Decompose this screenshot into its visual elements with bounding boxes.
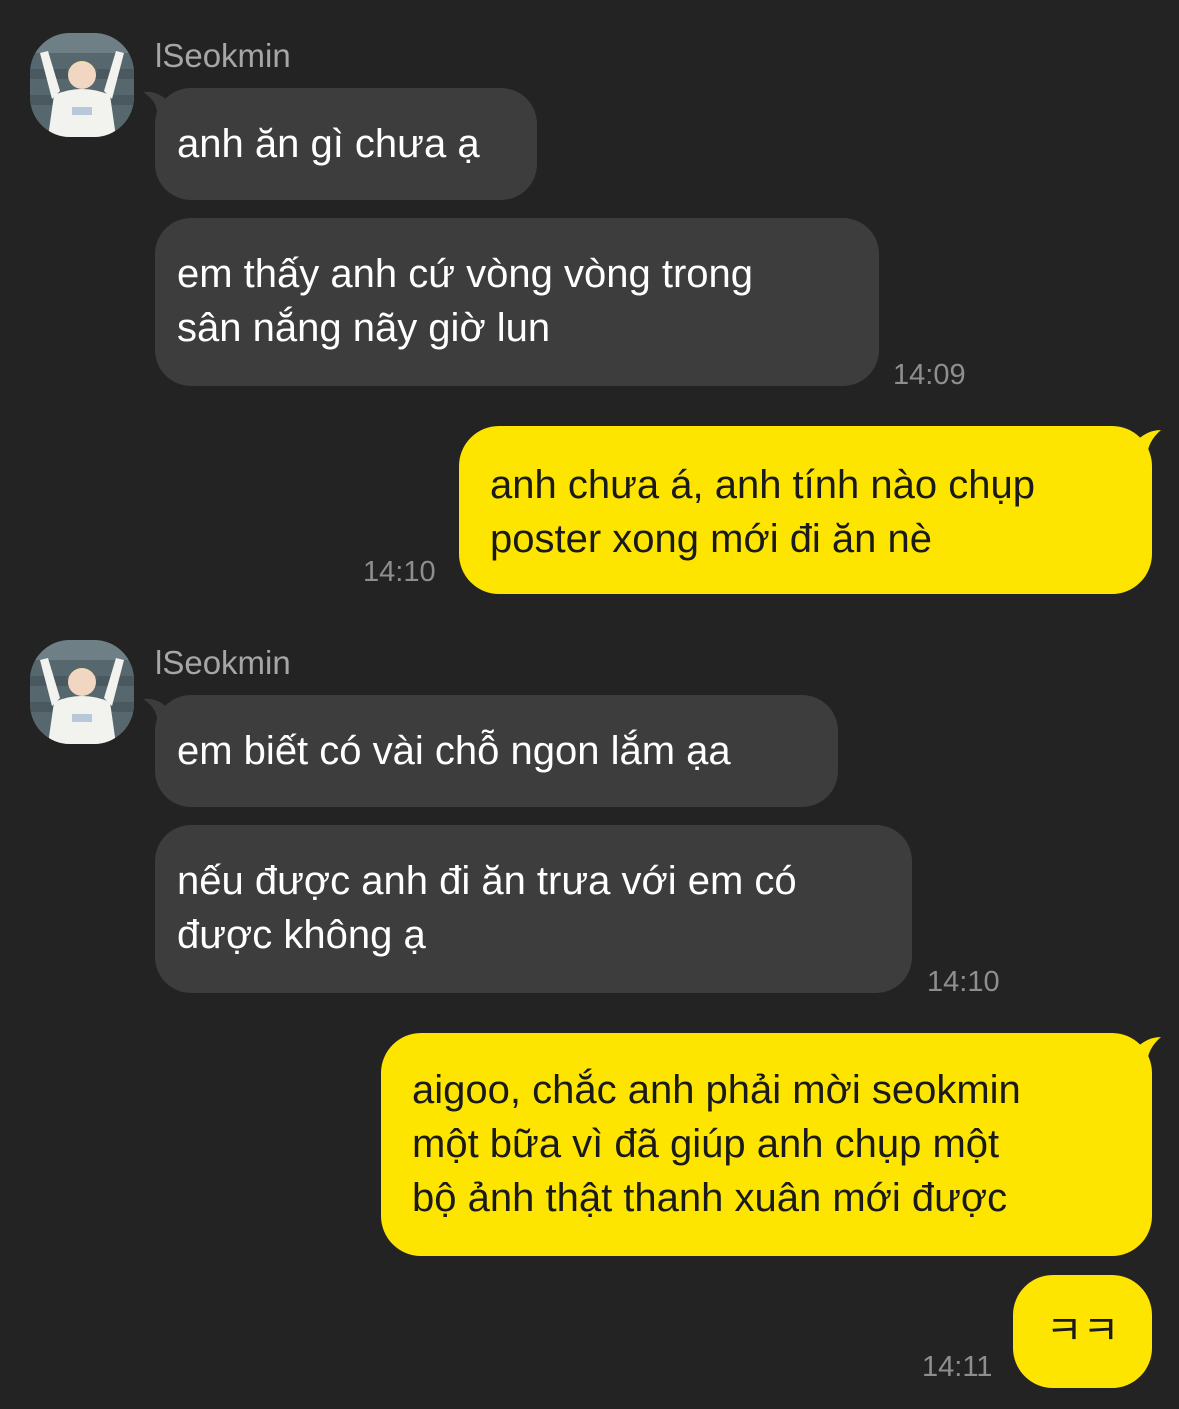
message-text: em biết có vài chỗ ngon lắm ạa	[177, 729, 731, 773]
message-timestamp: 14:10	[927, 966, 1000, 998]
message-text: một bữa vì đã giúp anh chụp một	[412, 1122, 1000, 1166]
message-text: em thấy anh cứ vòng vòng trong	[177, 252, 754, 296]
message-text: nếu được anh đi ăn trưa với em có	[177, 859, 797, 903]
message-text: được không ạ	[177, 913, 426, 957]
message-text: sân nắng nãy giờ lun	[177, 306, 551, 350]
sender-avatar[interactable]	[30, 33, 134, 137]
sender-name: lSeokmin	[155, 644, 291, 681]
message-bubble-incoming[interactable]: anh ăn gì chưa ạ	[155, 88, 537, 200]
message-bubble-outgoing[interactable]: aigoo, chắc anh phải mời seokmin một bữa…	[381, 1033, 1152, 1256]
message-text: poster xong mới đi ăn nè	[490, 517, 933, 561]
message-text: anh ăn gì chưa ạ	[177, 122, 480, 166]
message-timestamp: 14:10	[363, 556, 436, 588]
message-bubble-incoming[interactable]: nếu được anh đi ăn trưa với em có được k…	[155, 825, 912, 993]
outgoing-bubble-tail	[1135, 1037, 1161, 1065]
sender-name: lSeokmin	[155, 37, 291, 74]
message-bubble-incoming[interactable]: em thấy anh cứ vòng vòng trong sân nắng …	[155, 218, 879, 386]
message-bubble-outgoing[interactable]: ㅋㅋ	[1013, 1275, 1152, 1388]
message-text: ㅋㅋ	[1045, 1309, 1120, 1353]
message-bubble-incoming[interactable]: em biết có vài chỗ ngon lắm ạa	[155, 695, 838, 807]
message-text: anh chưa á, anh tính nào chụp	[490, 463, 1035, 507]
sender-avatar[interactable]	[30, 640, 134, 744]
message-timestamp: 14:11	[922, 1351, 993, 1383]
outgoing-bubble-tail	[1135, 430, 1161, 458]
message-bubble-outgoing[interactable]: anh chưa á, anh tính nào chụp poster xon…	[459, 426, 1152, 594]
message-timestamp: 14:09	[893, 359, 966, 391]
message-text: aigoo, chắc anh phải mời seokmin	[412, 1068, 1021, 1112]
message-text: bộ ảnh thật thanh xuân mới được	[412, 1176, 1008, 1220]
